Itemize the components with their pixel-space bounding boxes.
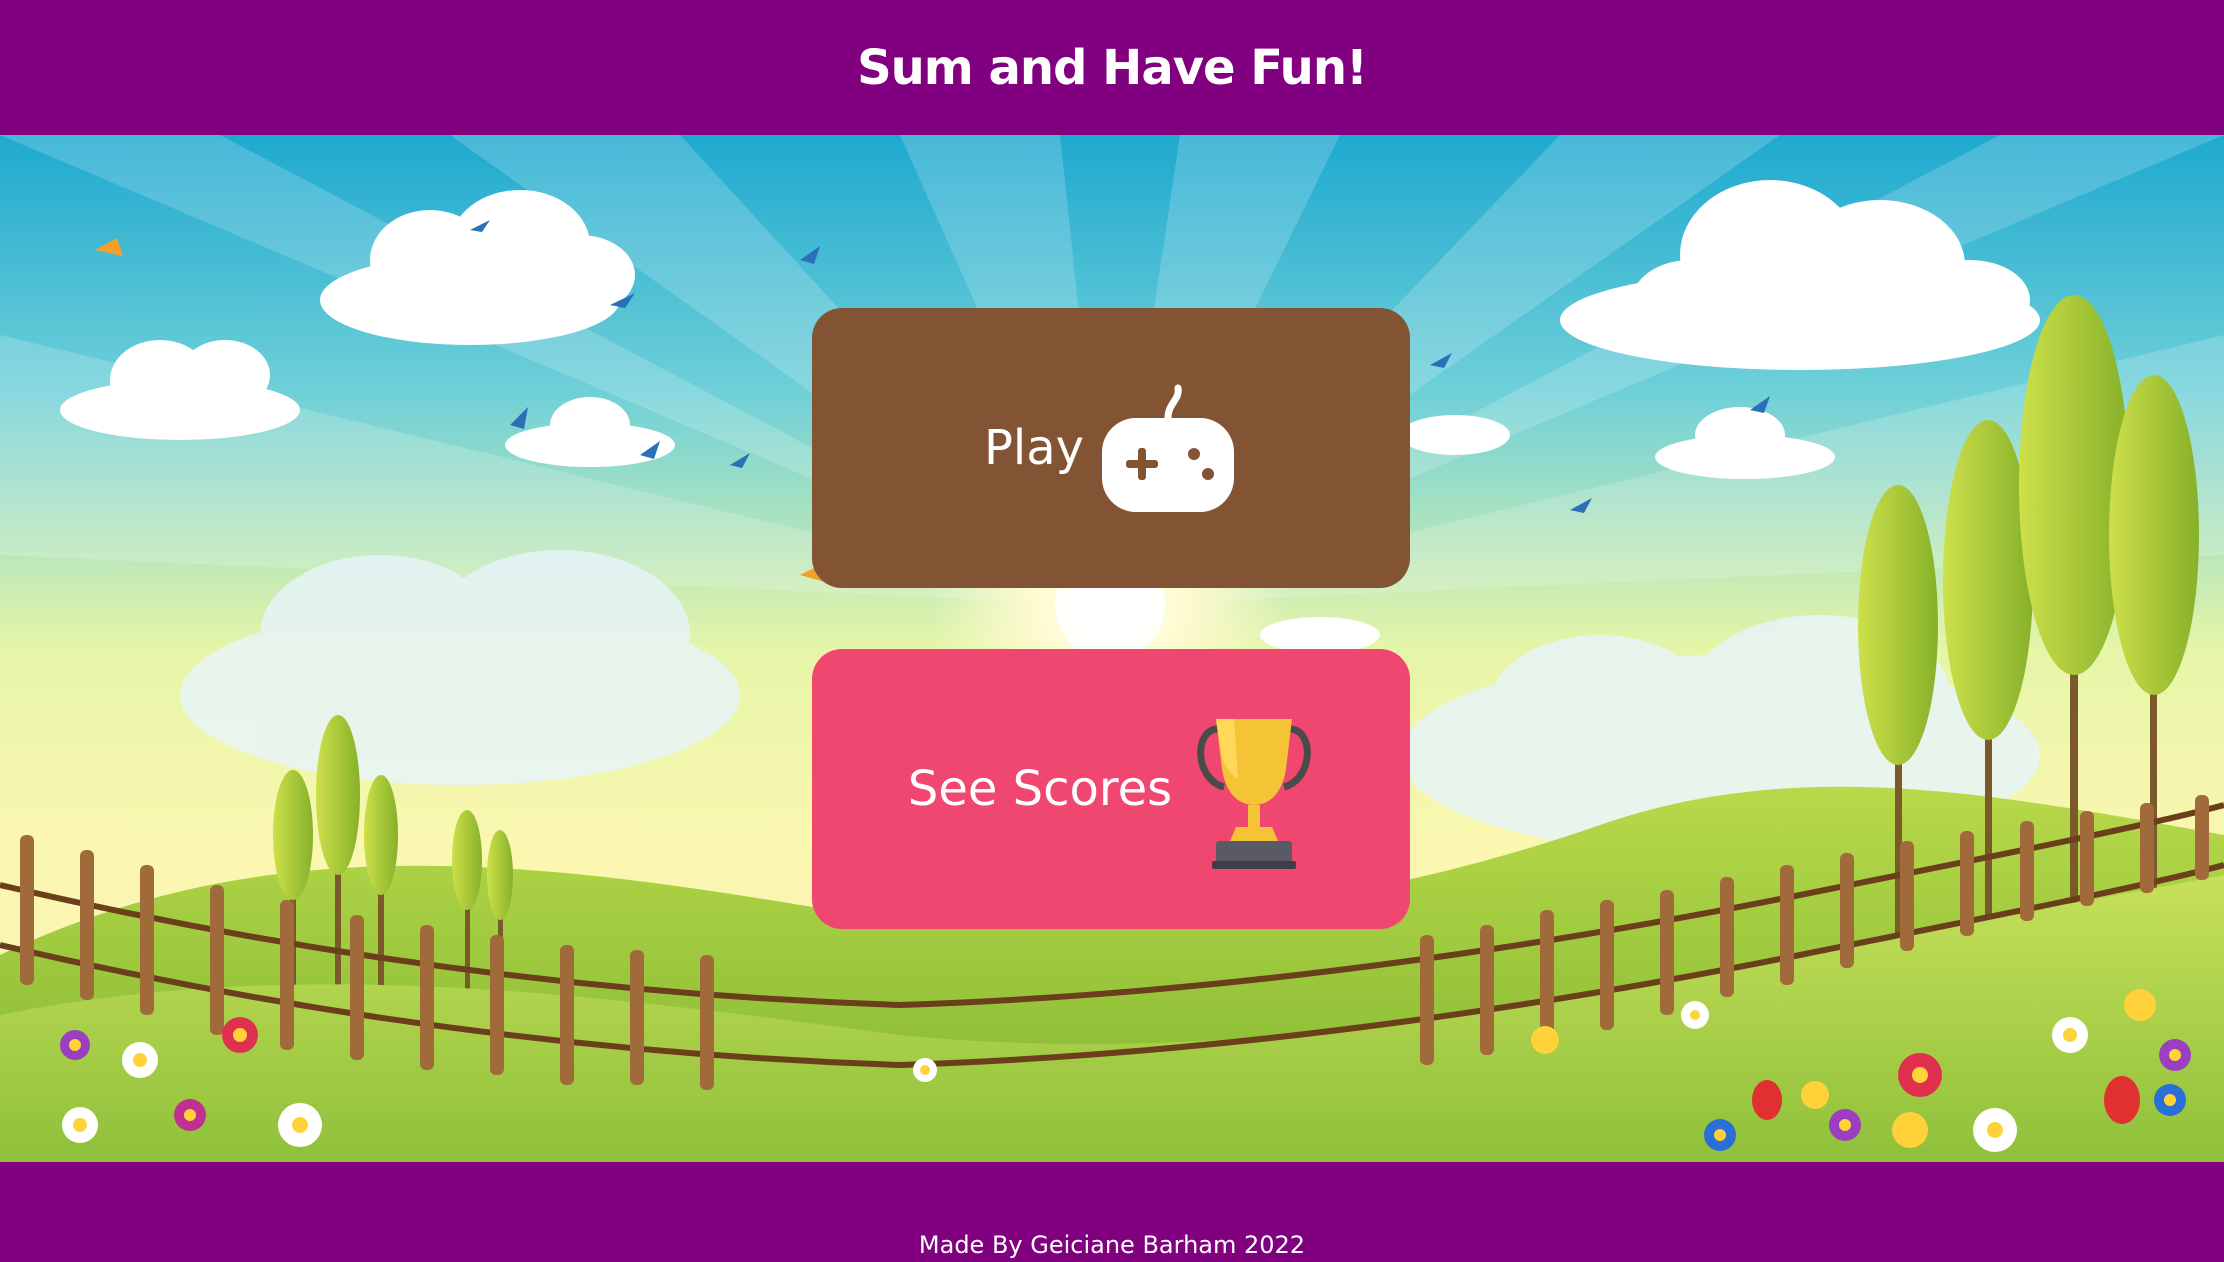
header-bar: Sum and Have Fun! [0, 0, 2224, 135]
play-button-label: Play [983, 420, 1085, 476]
see-scores-button[interactable]: See Scores [812, 649, 1410, 929]
footer-bar: Made By Geiciane Barham 2022 [0, 1162, 2224, 1262]
page-title: Sum and Have Fun! [857, 39, 1368, 96]
see-scores-button-label: See Scores [907, 761, 1173, 817]
footer-credit: Made By Geiciane Barham 2022 [918, 1231, 1306, 1259]
play-button[interactable]: Play [812, 308, 1410, 588]
trophy-icon [1194, 709, 1314, 869]
gamepad-icon [1098, 378, 1238, 518]
